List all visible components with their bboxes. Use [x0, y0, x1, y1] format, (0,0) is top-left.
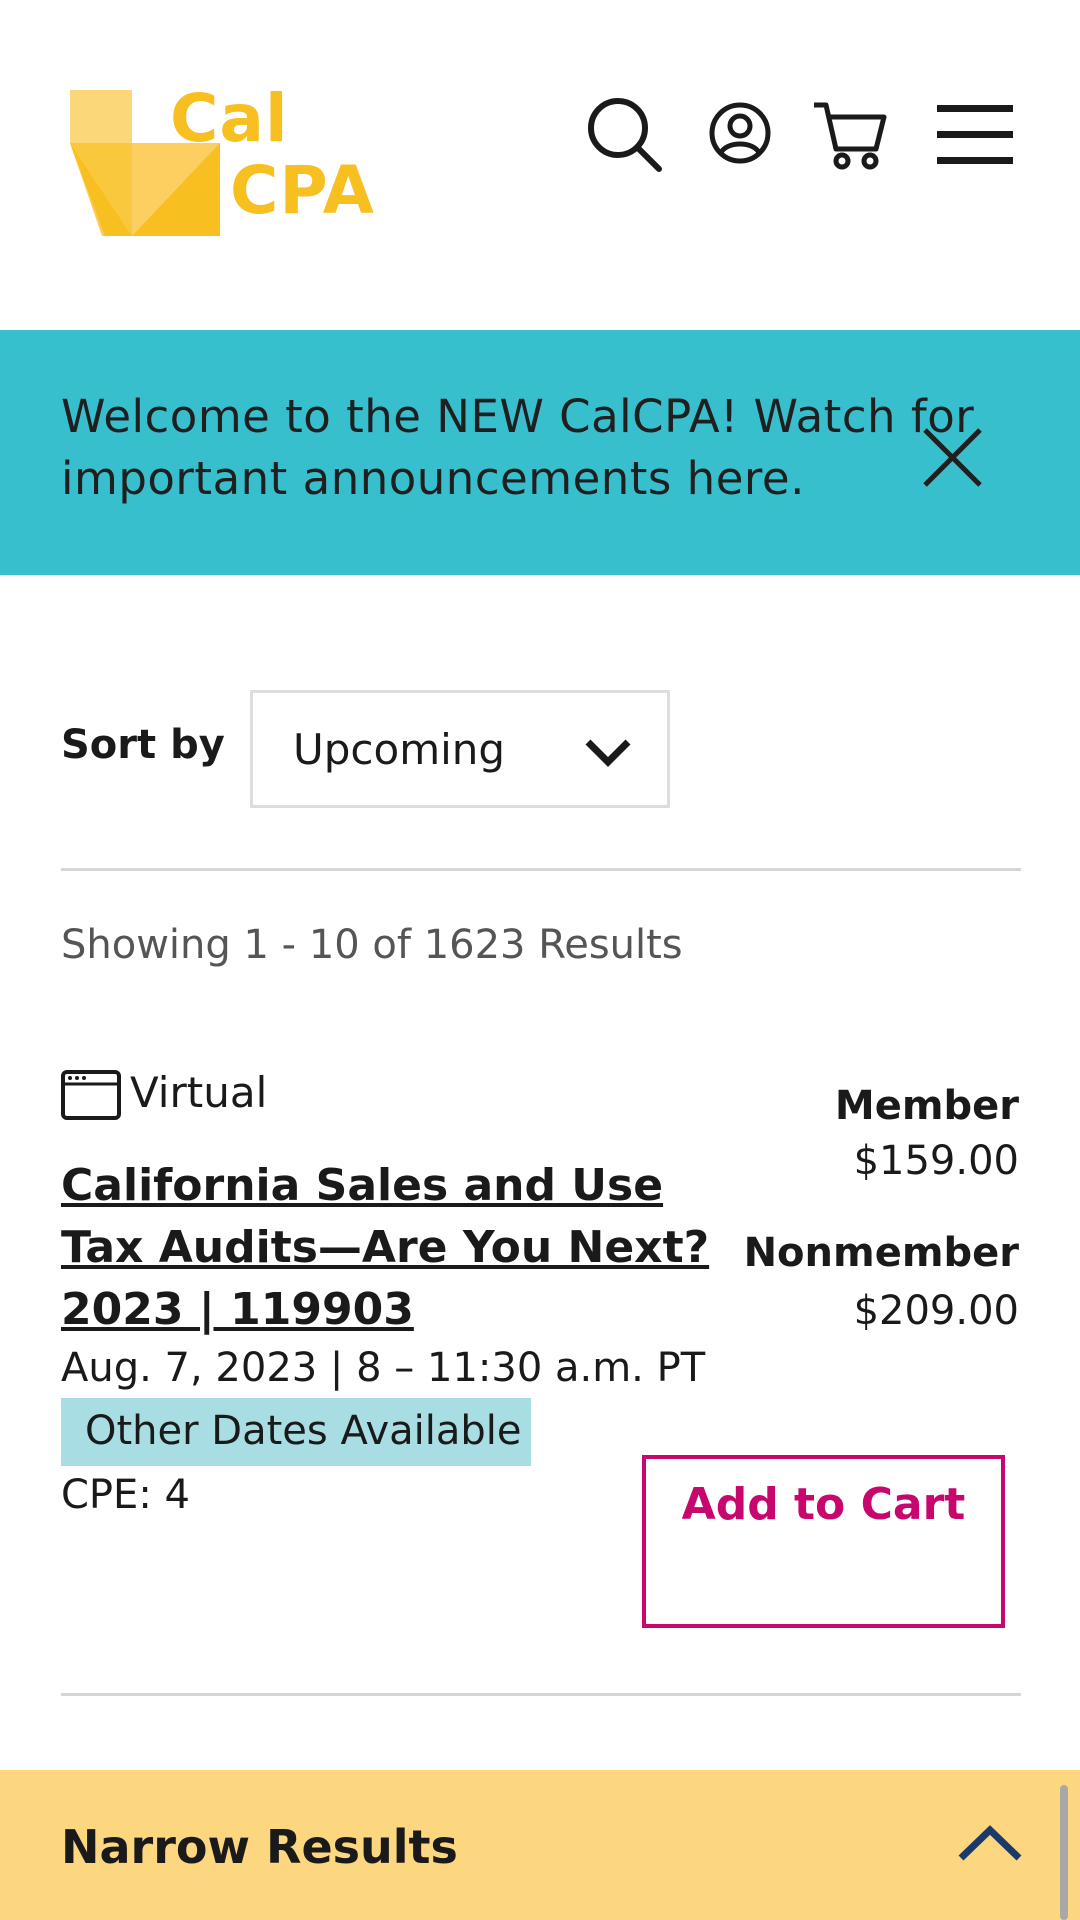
nonmember-price-label: Nonmember	[743, 1230, 1019, 1276]
search-icon[interactable]	[585, 95, 665, 175]
cart-icon[interactable]	[810, 95, 890, 175]
divider	[61, 868, 1021, 871]
announcement-banner: Welcome to the NEW CalCPA! Watch for imp…	[0, 330, 1080, 575]
results-count: Showing 1 - 10 of 1623 Results	[61, 922, 683, 968]
logo-text-cpa: CPA	[230, 152, 375, 229]
account-icon[interactable]	[700, 95, 780, 175]
banner-text: Welcome to the NEW CalCPA! Watch for imp…	[61, 390, 975, 505]
other-dates-badge[interactable]: Other Dates Available	[61, 1398, 531, 1466]
virtual-browser-icon	[61, 1070, 121, 1120]
course-title-link[interactable]: California Sales and Use Tax Audits—Are …	[61, 1155, 711, 1341]
logo-text-cal: Cal	[170, 80, 289, 157]
member-price: $159.00	[853, 1138, 1019, 1184]
course-format: Virtual	[130, 1068, 268, 1117]
nonmember-price: $209.00	[853, 1288, 1019, 1334]
scrollbar[interactable]	[1060, 1785, 1068, 1920]
sort-label: Sort by	[61, 722, 225, 768]
sort-selected-value: Upcoming	[293, 725, 506, 774]
narrow-results-title: Narrow Results	[61, 1820, 458, 1874]
narrow-results-panel[interactable]: Narrow Results	[0, 1770, 1080, 1920]
add-to-cart-button[interactable]: Add to Cart	[642, 1455, 1005, 1628]
calcpa-logo[interactable]: Cal CPA	[70, 80, 390, 248]
divider	[61, 1693, 1021, 1696]
chevron-down-icon	[585, 739, 631, 767]
member-price-label: Member	[834, 1083, 1019, 1129]
site-header: Cal CPA	[0, 0, 1080, 330]
menu-icon[interactable]	[935, 95, 1015, 175]
sort-dropdown[interactable]: Upcoming	[250, 690, 670, 808]
close-icon[interactable]	[915, 420, 990, 495]
chevron-up-icon[interactable]	[955, 1820, 1025, 1870]
cpe-credits: CPE: 4	[61, 1472, 190, 1518]
course-date: Aug. 7, 2023 | 8 – 11:30 a.m. PT	[61, 1345, 706, 1391]
